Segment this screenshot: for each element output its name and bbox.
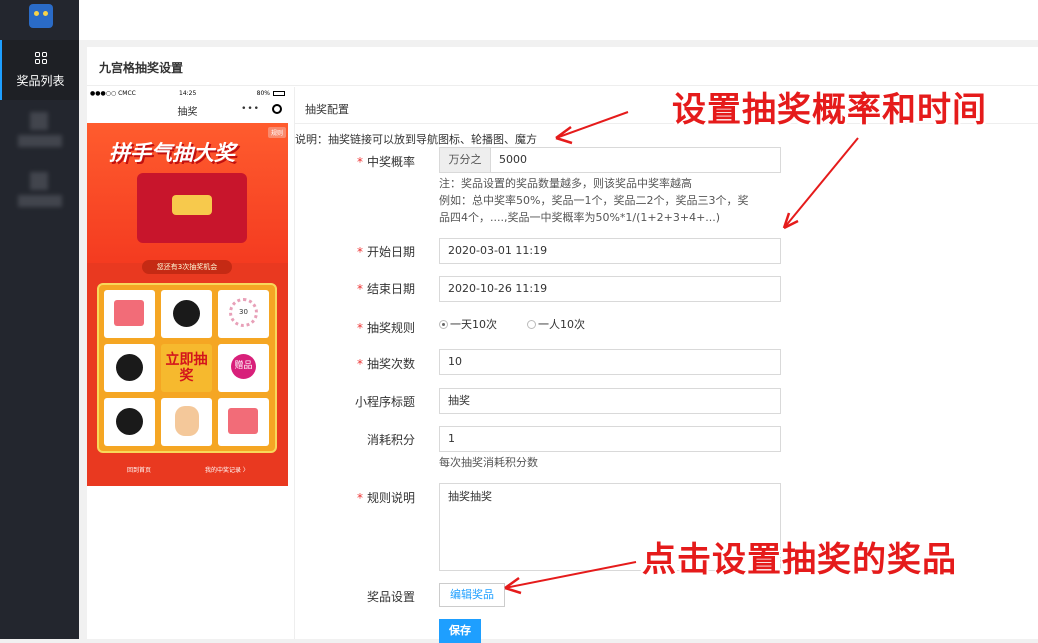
label-text: 开始日期: [366, 245, 415, 259]
sidebar-item-label: 奖品列表: [16, 74, 65, 88]
start-date-label: * 开始日期: [295, 243, 415, 260]
tmall-cat-image: [116, 408, 143, 435]
rule-option-per-person[interactable]: 一人10次: [527, 316, 585, 332]
edit-prizes-button[interactable]: 编辑奖品: [439, 583, 505, 607]
app-logo: [29, 4, 53, 28]
prize-cell: 30: [218, 290, 269, 338]
rule-desc-label: * 规则说明: [295, 489, 415, 506]
option-label: 一天10次: [450, 318, 497, 331]
battery-level: 80%: [256, 90, 270, 97]
prize-cell: [104, 290, 155, 338]
annotation-bottom: 点击设置抽奖的奖品: [642, 540, 957, 580]
prize-cell: [161, 398, 212, 446]
label-text: 规则说明: [366, 491, 415, 505]
rule-tag: 规则: [267, 127, 286, 138]
start-date-input[interactable]: 2020-03-01 11:19: [439, 238, 781, 264]
required-mark: *: [356, 245, 363, 259]
radio-icon: [527, 320, 536, 329]
red-packet-image: [114, 300, 144, 326]
note-line: 注：奖品设置的奖品数量越多，则该奖品中奖率越高: [439, 177, 692, 190]
gold-coin-image: [172, 195, 212, 215]
probability-unit: 万分之: [439, 147, 491, 173]
prize-cell: 赠品: [218, 344, 269, 392]
gift-badge: 赠品: [231, 354, 256, 379]
required-mark: *: [356, 357, 363, 371]
phone-preview: ●●●○○ CMCC 14:25 80% 抽奖 ••• 拼手气抽大奖 规则 您还…: [87, 87, 288, 527]
capsule-close-icon: [272, 104, 282, 114]
battery-icon: [273, 91, 285, 96]
more-icon: •••: [241, 104, 260, 114]
prize-cell: [218, 398, 269, 446]
top-bar: [79, 0, 1038, 40]
prize-cell: [104, 398, 155, 446]
note-line: 例如：总中奖率50%，奖品一1个，奖品二2个，奖品三3个，奖: [439, 194, 749, 207]
times-input[interactable]: 10: [439, 349, 781, 375]
note-line: 品四4个，....,奖品一中奖概率为50%*1/(1+2+3+4+...): [439, 211, 721, 224]
coupon-ring-image: 30: [229, 298, 258, 327]
lottery-preview: 拼手气抽大奖 规则 您还有3次抽奖机会 30 立即抽奖 赠品 回到首页 我的中奖…: [87, 123, 288, 486]
probability-label: * 中奖概率: [295, 153, 415, 170]
cartoon-face-image: [175, 406, 199, 436]
points-note: 每次抽奖消耗积分数: [439, 456, 538, 469]
points-label: 消耗积分: [366, 433, 415, 447]
red-packet-image: [228, 408, 258, 434]
label-text: 结束日期: [366, 282, 415, 296]
sidebar-item-prize-list[interactable]: 奖品列表: [0, 40, 79, 100]
times-label: * 抽奖次数: [295, 355, 415, 372]
end-date-label: * 结束日期: [295, 280, 415, 297]
tmall-cat-image: [116, 354, 143, 381]
required-mark: *: [356, 282, 363, 296]
chance-text: 您还有3次抽奖机会: [142, 260, 232, 274]
blurred-menu-item[interactable]: [30, 172, 48, 190]
section-title: 抽奖配置: [305, 103, 349, 116]
label-text: 抽奖规则: [366, 321, 415, 335]
prize-settings-label: 奖品设置: [366, 590, 415, 604]
required-mark: *: [356, 155, 363, 169]
back-home-link[interactable]: 回到首页: [127, 465, 151, 474]
my-records-link[interactable]: 我的中奖记录 〉: [205, 465, 249, 474]
rule-label: * 抽奖规则: [295, 319, 415, 336]
lottery-grid: 30 立即抽奖 赠品: [97, 283, 277, 453]
blurred-menu-item[interactable]: [18, 135, 62, 147]
start-lottery-button[interactable]: 立即抽奖: [161, 344, 212, 392]
lottery-banner-title: 拼手气抽大奖: [109, 141, 235, 165]
radio-checked-icon: [439, 320, 448, 329]
tmall-cat-image: [173, 300, 200, 327]
blurred-menu-item[interactable]: [18, 195, 62, 207]
sidebar: 奖品列表: [0, 0, 79, 639]
description-text: 说明：抽奖链接可以放到导航图标、轮播图、魔方: [295, 133, 537, 146]
phone-status-bar: ●●●○○ CMCC 14:25 80%: [87, 87, 288, 101]
option-label: 一人10次: [538, 318, 585, 331]
label-text: 中奖概率: [366, 155, 415, 169]
end-date-input[interactable]: 2020-10-26 11:19: [439, 276, 781, 302]
blurred-menu-item[interactable]: [30, 112, 48, 130]
prize-cell: [104, 344, 155, 392]
rule-option-daily[interactable]: 一天10次: [439, 316, 497, 332]
mini-title-label: 小程序标题: [354, 395, 415, 409]
grid-icon: [35, 52, 47, 64]
clock: 14:25: [179, 90, 197, 97]
label-text: 抽奖次数: [366, 357, 415, 371]
carrier: ●●●○○ CMCC: [90, 90, 136, 97]
prize-cell: [161, 290, 212, 338]
page-title: 九宫格抽奖设置: [99, 61, 184, 75]
probability-note: 注：奖品设置的奖品数量越多，则该奖品中奖率越高 例如：总中奖率50%，奖品一1个…: [439, 175, 779, 226]
points-input[interactable]: 1: [439, 426, 781, 452]
required-mark: *: [356, 321, 363, 335]
probability-input[interactable]: 5000: [490, 147, 781, 173]
mini-title-input[interactable]: 抽奖: [439, 388, 781, 414]
annotation-top: 设置抽奖概率和时间: [672, 90, 987, 130]
required-mark: *: [356, 491, 363, 505]
save-button[interactable]: 保存: [439, 619, 481, 643]
